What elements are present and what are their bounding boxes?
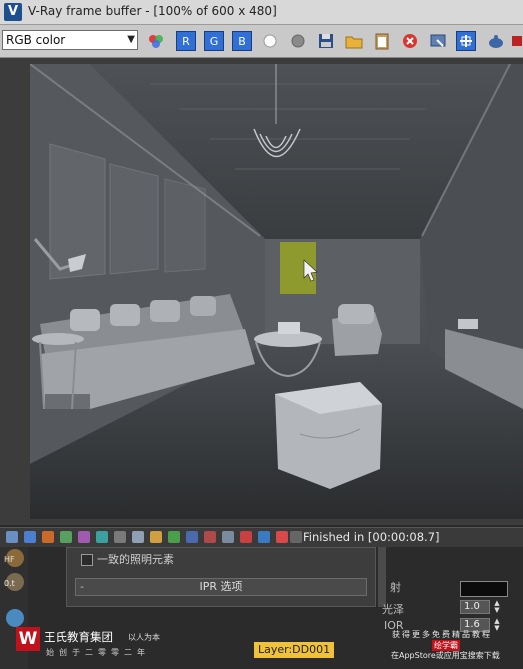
background-panel-area: HF 0.t 一致的照明元素 - IPR 选项 射 光泽 1.0 ▲ ▼ IOR … [0, 547, 523, 669]
history-icon[interactable] [6, 531, 18, 543]
panel-scrollbar[interactable] [378, 547, 386, 607]
icc-icon[interactable] [186, 531, 198, 543]
lut-icon[interactable] [150, 531, 162, 543]
render-teapot-icon[interactable] [486, 31, 506, 51]
company-since: 始创于二零零二年 [46, 648, 150, 657]
refraction-color-swatch[interactable] [460, 581, 508, 597]
hf-label: HF [4, 555, 15, 564]
vray-app-icon: V [4, 3, 22, 21]
layer-badge: Layer:DD001 [254, 642, 335, 658]
clear-image-icon[interactable] [400, 31, 420, 51]
ab-compare-icon[interactable] [240, 531, 252, 543]
wangs-education-logo: W [16, 627, 40, 651]
alpha-channel-icon[interactable] [260, 31, 280, 51]
render-log-icon[interactable] [290, 531, 302, 543]
company-name: 王氏教育集团 [44, 630, 113, 644]
ipr-options-label: IPR 选项 [199, 580, 243, 593]
pixel-info-icon[interactable] [222, 531, 234, 543]
ipr-options-rollout[interactable]: - IPR 选项 [75, 578, 367, 596]
track-mouse-icon[interactable] [428, 31, 448, 51]
exposure-icon[interactable] [78, 531, 90, 543]
consistent-lighting-checkbox[interactable] [81, 554, 93, 566]
ocio-icon[interactable] [168, 531, 180, 543]
srgb-icon[interactable] [204, 531, 216, 543]
ratio-label: 0.t [4, 579, 15, 588]
window-title: V-Ray frame buffer - [100% of 600 x 480] [28, 4, 277, 18]
vfb-toolbar: RGB color ▼ R G B [0, 25, 523, 58]
living-room-render [30, 64, 523, 519]
save-icon[interactable] [316, 31, 336, 51]
rollout-collapse-icon: - [80, 580, 84, 593]
promo-line-1: 获得更多免费精品教程 [392, 630, 492, 639]
glossiness-spinner[interactable]: 1.0 [460, 600, 490, 614]
ior-spin-arrows[interactable]: ▲ ▼ [492, 618, 502, 632]
glossiness-label: 光泽 [382, 603, 404, 616]
render-status-text: Finished in [00:00:08.7] [303, 530, 440, 544]
promo-line-3: 在AppStore或应用宝搜索下载 [391, 651, 500, 660]
title-bar: V V-Ray frame buffer - [100% of 600 x 48… [0, 0, 523, 25]
green-channel-button[interactable]: G [204, 31, 224, 51]
white-balance-icon[interactable] [96, 531, 108, 543]
open-folder-icon[interactable] [344, 31, 364, 51]
clipboard-icon[interactable] [372, 31, 392, 51]
sphere-icon[interactable] [6, 609, 24, 627]
corrections-icon[interactable] [60, 531, 72, 543]
follow-mouse-icon[interactable] [276, 531, 288, 543]
red-channel-button[interactable]: R [176, 31, 196, 51]
company-slogan: 以人为本 [128, 633, 160, 642]
region-render-icon[interactable] [456, 31, 476, 51]
glossiness-spin-arrows[interactable]: ▲ ▼ [492, 600, 502, 614]
rendered-image[interactable] [30, 64, 523, 519]
channel-select[interactable]: RGB color ▼ [2, 30, 138, 50]
refraction-label: 射 [390, 581, 401, 594]
color-clipping-icon[interactable] [146, 31, 166, 51]
curve-icon[interactable] [132, 531, 144, 543]
render-viewport-frame [0, 58, 523, 525]
levels-icon[interactable] [114, 531, 126, 543]
blue-channel-button[interactable]: B [232, 31, 252, 51]
channel-select-value: RGB color [6, 33, 66, 47]
mono-mode-icon[interactable] [288, 31, 308, 51]
consistent-lighting-label: 一致的照明元素 [97, 553, 174, 566]
chevron-down-icon: ▼ [127, 34, 135, 45]
split-view-icon[interactable] [258, 531, 270, 543]
status-bar: Finished in [00:00:08.7] [0, 527, 523, 547]
stamp-icon[interactable] [24, 531, 36, 543]
stop-render-icon[interactable] [510, 31, 523, 51]
lens-effects-icon[interactable] [42, 531, 54, 543]
render-settings-panel: 一致的照明元素 - IPR 选项 [66, 547, 376, 607]
